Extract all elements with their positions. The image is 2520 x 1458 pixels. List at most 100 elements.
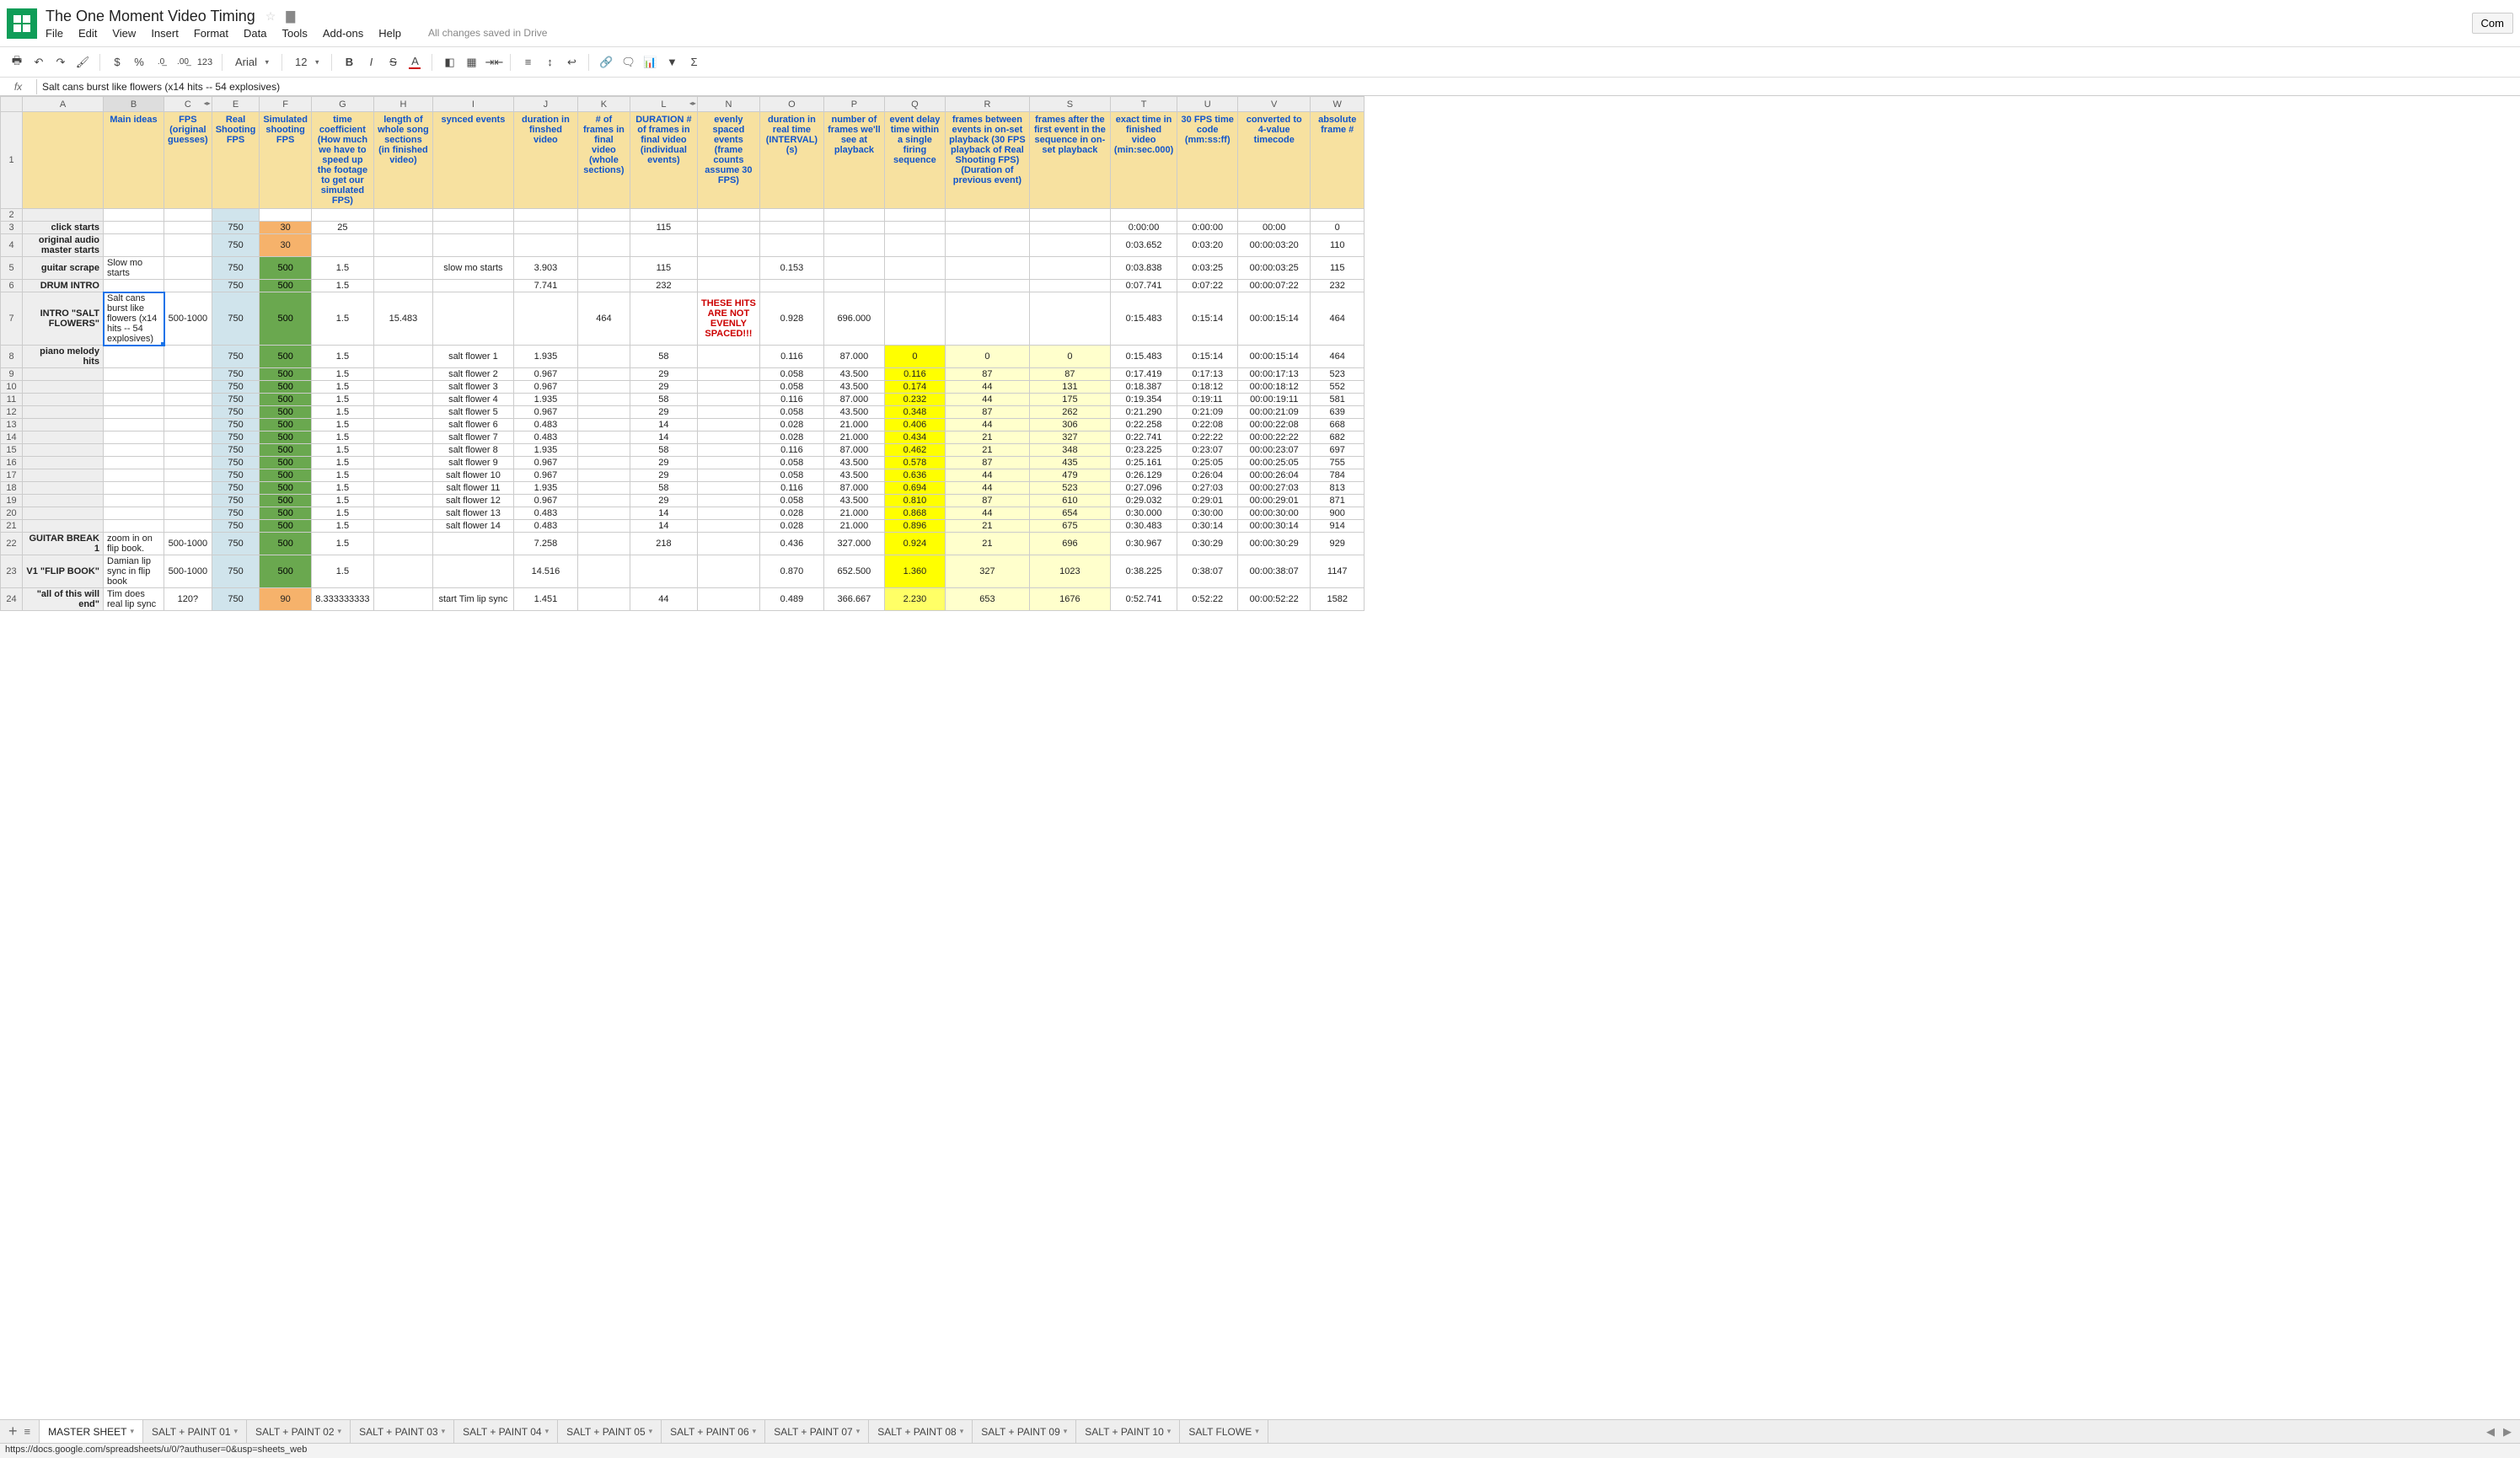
cell[interactable]: 0.116 xyxy=(759,444,823,457)
cell[interactable]: 0.436 xyxy=(759,533,823,555)
cell[interactable] xyxy=(1029,292,1110,346)
cell[interactable]: 0:18.387 xyxy=(1110,381,1177,394)
cell[interactable] xyxy=(104,394,164,406)
cell[interactable] xyxy=(759,280,823,292)
cell[interactable]: 0:22:22 xyxy=(1177,432,1238,444)
col-header-K[interactable]: K xyxy=(577,97,630,112)
cell[interactable]: 348 xyxy=(1029,444,1110,457)
cell[interactable]: THESE HITS ARE NOT EVENLY SPACED!!! xyxy=(697,292,759,346)
cell[interactable]: 1.5 xyxy=(311,394,373,406)
cell[interactable]: 0:25.161 xyxy=(1110,457,1177,469)
row-header[interactable]: 21 xyxy=(1,520,23,533)
cell[interactable] xyxy=(23,209,104,222)
row-header[interactable]: 19 xyxy=(1,495,23,507)
cell[interactable] xyxy=(513,234,577,257)
cell[interactable] xyxy=(823,209,884,222)
cell[interactable]: 43.500 xyxy=(823,368,884,381)
cell[interactable]: 750 xyxy=(212,469,260,482)
cell[interactable]: start Tim lip sync xyxy=(432,588,513,611)
cell[interactable]: salt flower 6 xyxy=(432,419,513,432)
cell[interactable]: Damian lip sync in flip book xyxy=(104,555,164,588)
cell[interactable]: 750 xyxy=(212,520,260,533)
cell[interactable]: 0.483 xyxy=(513,520,577,533)
tab-scroll-left-icon[interactable]: ◀ xyxy=(2486,1425,2495,1439)
cell[interactable] xyxy=(577,588,630,611)
cell[interactable]: 0.868 xyxy=(884,507,945,520)
cell[interactable] xyxy=(697,394,759,406)
cell[interactable]: 500 xyxy=(260,555,312,588)
cell[interactable] xyxy=(373,368,432,381)
cell[interactable] xyxy=(697,507,759,520)
row-header[interactable]: 22 xyxy=(1,533,23,555)
cell[interactable]: 668 xyxy=(1311,419,1365,432)
col-header-S[interactable]: S xyxy=(1029,97,1110,112)
cell[interactable] xyxy=(945,222,1029,234)
all-sheets-icon[interactable]: ≡ xyxy=(24,1425,31,1438)
cell[interactable]: 25 xyxy=(311,222,373,234)
cell[interactable]: 00:00:21:09 xyxy=(1238,406,1311,419)
cell[interactable] xyxy=(432,222,513,234)
cell[interactable] xyxy=(823,257,884,280)
cell[interactable]: 0:03:20 xyxy=(1177,234,1238,257)
cell[interactable]: INTRO "SALT FLOWERS" xyxy=(23,292,104,346)
cell[interactable]: 14 xyxy=(630,507,697,520)
cell[interactable] xyxy=(373,457,432,469)
cell[interactable]: 21.000 xyxy=(823,520,884,533)
cell[interactable] xyxy=(577,419,630,432)
cell[interactable]: 0:19.354 xyxy=(1110,394,1177,406)
cell[interactable]: salt flower 13 xyxy=(432,507,513,520)
cell[interactable]: 15.483 xyxy=(373,292,432,346)
cell[interactable]: 750 xyxy=(212,280,260,292)
cell[interactable] xyxy=(164,406,212,419)
cell[interactable]: 43.500 xyxy=(823,381,884,394)
cell[interactable]: 0.028 xyxy=(759,419,823,432)
cell[interactable]: 0.896 xyxy=(884,520,945,533)
cell[interactable]: 0:38:07 xyxy=(1177,555,1238,588)
menu-insert[interactable]: Insert xyxy=(151,27,179,40)
cell[interactable]: 14 xyxy=(630,520,697,533)
cell[interactable]: 0.928 xyxy=(759,292,823,346)
cell[interactable]: 0.028 xyxy=(759,507,823,520)
cell[interactable]: salt flower 12 xyxy=(432,495,513,507)
cell[interactable] xyxy=(164,234,212,257)
cell[interactable] xyxy=(23,432,104,444)
cell[interactable]: 175 xyxy=(1029,394,1110,406)
cell[interactable]: 0.028 xyxy=(759,432,823,444)
cell[interactable]: 750 xyxy=(212,507,260,520)
row-header[interactable]: 9 xyxy=(1,368,23,381)
row-header[interactable]: 16 xyxy=(1,457,23,469)
cell[interactable] xyxy=(373,533,432,555)
cell[interactable] xyxy=(432,209,513,222)
cell[interactable]: 0.058 xyxy=(759,469,823,482)
cell[interactable]: 14.516 xyxy=(513,555,577,588)
cell[interactable]: 755 xyxy=(1311,457,1365,469)
cell[interactable] xyxy=(697,209,759,222)
cell[interactable]: 29 xyxy=(630,495,697,507)
cell[interactable] xyxy=(212,209,260,222)
cell[interactable] xyxy=(697,432,759,444)
cell[interactable] xyxy=(260,209,312,222)
cell[interactable]: 0:52:22 xyxy=(1177,588,1238,611)
cell[interactable] xyxy=(577,444,630,457)
cell[interactable]: 0.810 xyxy=(884,495,945,507)
cell[interactable] xyxy=(577,520,630,533)
cell[interactable]: 0.870 xyxy=(759,555,823,588)
fill-color-icon[interactable]: ◧ xyxy=(441,56,458,69)
spreadsheet-grid[interactable]: ABC◂▸EFGHIJKL◂▸NOPQRSTUVW 1Main ideasFPS… xyxy=(0,96,1365,611)
cell[interactable] xyxy=(104,406,164,419)
decimal-dec-icon[interactable]: .0̲ xyxy=(153,57,169,67)
cell[interactable]: 900 xyxy=(1311,507,1365,520)
cell[interactable]: 87.000 xyxy=(823,394,884,406)
cell[interactable]: 58 xyxy=(630,394,697,406)
sheet-tab[interactable]: SALT + PAINT 03▾ xyxy=(351,1420,454,1443)
cell[interactable]: 750 xyxy=(212,406,260,419)
cell[interactable]: 0:23.225 xyxy=(1110,444,1177,457)
cell[interactable]: 21 xyxy=(945,444,1029,457)
cell[interactable]: 00:00:29:01 xyxy=(1238,495,1311,507)
col-header-U[interactable]: U xyxy=(1177,97,1238,112)
cell[interactable]: 500-1000 xyxy=(164,555,212,588)
cell[interactable]: 653 xyxy=(945,588,1029,611)
col-header-N[interactable]: N xyxy=(697,97,759,112)
valign-icon[interactable]: ↕ xyxy=(541,56,558,68)
cell[interactable] xyxy=(23,419,104,432)
